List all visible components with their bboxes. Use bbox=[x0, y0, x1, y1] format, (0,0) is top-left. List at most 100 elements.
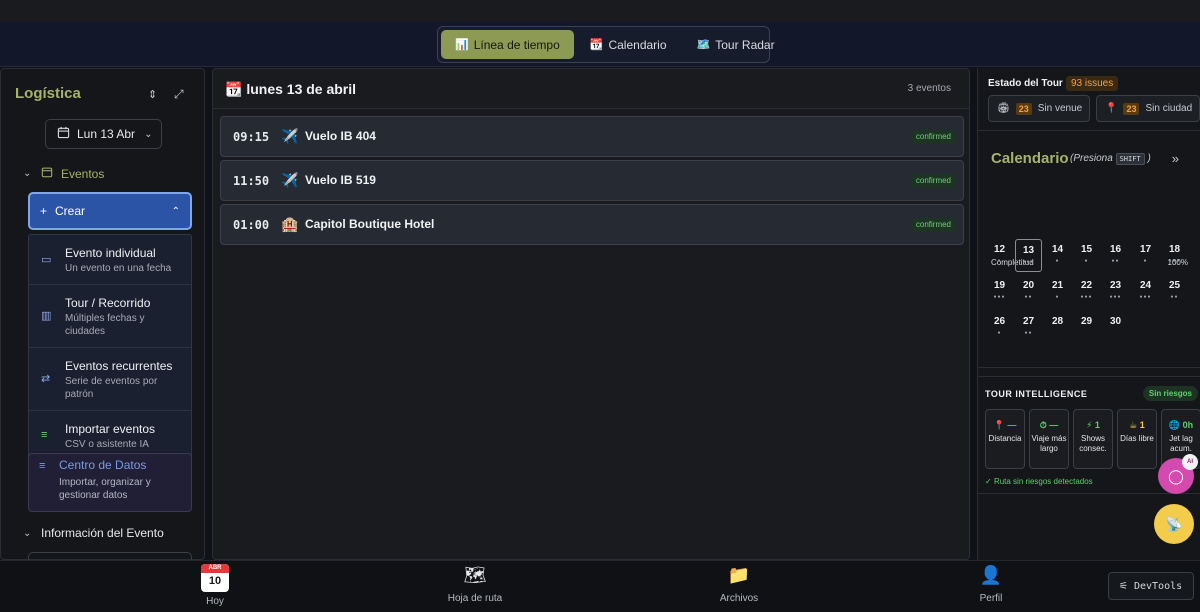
map-icon: ▥ bbox=[41, 310, 52, 322]
event-dots: ●●● bbox=[1080, 294, 1093, 300]
calendar-day[interactable]: 27 ●● bbox=[1015, 311, 1042, 344]
event-dots: ● bbox=[997, 258, 1002, 264]
tab-calendar[interactable]: 📆 Calendario bbox=[576, 30, 681, 59]
calendar-day[interactable]: 28 bbox=[1044, 311, 1071, 344]
events-section-label: Eventos bbox=[61, 166, 105, 181]
calendar-day-number: 24 bbox=[1139, 280, 1152, 291]
data-center-card[interactable]: ≡ Centro de Datos Importar, organizar y … bbox=[28, 453, 192, 512]
globe-icon: 🌐 bbox=[1168, 420, 1181, 430]
menu-item-single-event[interactable]: ▭ Evento individual Un evento en una fec… bbox=[29, 235, 191, 285]
calendar-icon bbox=[41, 166, 53, 181]
calendar-day[interactable]: 19 ●●● bbox=[986, 275, 1013, 308]
event-row[interactable]: 09:15 ✈️ Vuelo IB 404 confirmed bbox=[220, 116, 964, 157]
menu-item-recurring[interactable]: ⇄ Eventos recurrentes Serie de eventos p… bbox=[29, 348, 191, 411]
calendar-day[interactable]: 30 bbox=[1102, 311, 1129, 344]
event-dots: ● bbox=[1143, 258, 1148, 264]
nav-today[interactable]: ABR 10 Hoy bbox=[190, 561, 240, 612]
menu-item-tour[interactable]: ▥ Tour / Recorrido Múltiples fechas y ci… bbox=[29, 285, 191, 348]
stadium-icon: 🏟 bbox=[997, 103, 1010, 114]
intel-value: — bbox=[1007, 420, 1017, 430]
status-badge: confirmed bbox=[911, 174, 955, 188]
intel-label: Días libre bbox=[1120, 434, 1154, 443]
event-dots: ●●● bbox=[993, 294, 1006, 300]
tab-tour-radar[interactable]: 🗺️ Tour Radar bbox=[683, 30, 789, 59]
event-time: 01:00 bbox=[233, 218, 270, 232]
nav-roadmap[interactable]: 🗺 Hoja de ruta bbox=[440, 561, 510, 612]
calendar-date-icon: ABR 10 bbox=[201, 564, 229, 592]
missing-count: 23 bbox=[1123, 102, 1140, 115]
date-picker-button[interactable]: Lun 13 Abr ⌄ bbox=[45, 119, 162, 149]
map-icon: 🗺️ bbox=[696, 39, 711, 51]
calendar-day-number: 14 bbox=[1051, 244, 1064, 255]
calendar-day[interactable]: 15 ● bbox=[1073, 239, 1100, 272]
tab-timeline[interactable]: 📊 Línea de tiempo bbox=[441, 30, 574, 59]
calendar-day[interactable]: 20 ●● bbox=[1015, 275, 1042, 308]
event-dots: ● bbox=[1055, 258, 1060, 264]
calendar-hint: (Presiona SHIFT ) bbox=[1070, 153, 1151, 165]
intel-value: — bbox=[1049, 420, 1059, 430]
calendar-day-number: 19 bbox=[993, 280, 1006, 291]
missing-label: Sin venue bbox=[1037, 103, 1083, 114]
intel-label: Distancia bbox=[988, 434, 1022, 443]
calendar-day[interactable]: 25 ●● bbox=[1161, 275, 1188, 308]
calendar-icon bbox=[57, 126, 70, 142]
calendar-day[interactable]: 26 ● bbox=[986, 311, 1013, 344]
calendar-day[interactable]: 14 ● bbox=[1044, 239, 1071, 272]
nav-label: Archivos bbox=[719, 593, 759, 604]
calendar-day[interactable]: 17 ● bbox=[1132, 239, 1159, 272]
events-section-toggle[interactable]: ⌄ Eventos bbox=[23, 166, 104, 181]
nav-label: Hoja de ruta bbox=[447, 593, 503, 604]
menu-item-label: Evento individual bbox=[65, 246, 156, 260]
intel-longest-trip: ⏱ — Viaje más largo bbox=[1029, 409, 1069, 469]
chart-icon: 📊 bbox=[455, 39, 469, 51]
event-dots: ●● bbox=[1170, 294, 1179, 300]
intel-label: Jet lag acum. bbox=[1169, 434, 1193, 453]
event-row[interactable]: 11:50 ✈️ Vuelo IB 519 confirmed bbox=[220, 160, 964, 201]
database-icon: ≡ bbox=[39, 460, 46, 472]
calendar-month: ABR bbox=[201, 564, 229, 573]
event-dots: ●●● bbox=[1168, 258, 1181, 264]
calendar-day-number: 17 bbox=[1139, 244, 1152, 255]
missing-venue-chip[interactable]: 🏟 23 Sin venue bbox=[988, 95, 1090, 122]
event-info-section-toggle[interactable]: ⌄ Información del Evento bbox=[23, 526, 164, 540]
nav-label: Hoy bbox=[206, 596, 224, 607]
event-name: Capitol Boutique Hotel bbox=[305, 217, 435, 231]
calendar-day-number: 15 bbox=[1080, 244, 1093, 255]
bottom-nav: ABR 10 Hoy 🗺 Hoja de ruta 📁 Archivos 👤 P… bbox=[0, 560, 1200, 612]
calendar-day[interactable]: 23 ●●● bbox=[1102, 275, 1129, 308]
calendar-day-number: 25 bbox=[1168, 280, 1181, 291]
sort-icon[interactable]: ⇕ bbox=[148, 88, 157, 101]
timeline-header: 📆 lunes 13 de abril 3 eventos bbox=[213, 69, 969, 109]
calendar-day[interactable]: 21 ● bbox=[1044, 275, 1071, 308]
devtools-button[interactable]: ⚟ DevTools bbox=[1108, 572, 1194, 600]
nav-profile[interactable]: 👤 Perfil bbox=[966, 561, 1016, 612]
missing-city-chip[interactable]: 📍 23 Sin ciudad bbox=[1096, 95, 1200, 122]
menu-item-desc: CSV o asistente IA bbox=[65, 439, 149, 450]
event-row[interactable]: 01:00 🏨 Capitol Boutique Hotel confirmed bbox=[220, 204, 964, 245]
calendar-day[interactable]: 12 ● bbox=[986, 239, 1013, 272]
calendar-day[interactable]: 16 ●● bbox=[1102, 239, 1129, 272]
calendar-day[interactable]: 18 ●●● bbox=[1161, 239, 1188, 272]
intel-value: 1 bbox=[1139, 420, 1145, 430]
pin-icon: 📍 bbox=[1105, 103, 1118, 114]
coffee-icon: ☕ bbox=[1129, 420, 1138, 430]
nav-files[interactable]: 📁 Archivos bbox=[709, 561, 769, 612]
hotel-icon: 🏨 bbox=[281, 216, 299, 232]
intel-label: Shows consec. bbox=[1079, 434, 1107, 453]
issues-badge[interactable]: 93 issues bbox=[1066, 76, 1119, 91]
calendar-day[interactable]: 22 ●●● bbox=[1073, 275, 1100, 308]
create-button[interactable]: + Crear ⌃ bbox=[28, 192, 192, 230]
chevron-down-icon: ⌄ bbox=[23, 168, 32, 179]
broadcast-button[interactable]: 📡 bbox=[1154, 504, 1194, 544]
event-info-label: Información del Evento bbox=[41, 526, 164, 540]
ai-chat-button[interactable]: ◯ AI bbox=[1158, 454, 1198, 494]
calendar-day[interactable]: 13 ●●● bbox=[1015, 239, 1042, 272]
expand-icon[interactable]: ⤢ bbox=[174, 87, 184, 102]
calendar-day[interactable]: 24 ●●● bbox=[1132, 275, 1159, 308]
missing-count: 23 bbox=[1015, 102, 1032, 115]
calendar-icon: 📆 bbox=[589, 39, 604, 51]
menu-item-desc: Un evento en una fecha bbox=[65, 263, 172, 274]
chevrons-right-icon[interactable]: » bbox=[1172, 151, 1179, 166]
calendar-day: 10 bbox=[208, 575, 222, 587]
calendar-day[interactable]: 29 bbox=[1073, 311, 1100, 344]
